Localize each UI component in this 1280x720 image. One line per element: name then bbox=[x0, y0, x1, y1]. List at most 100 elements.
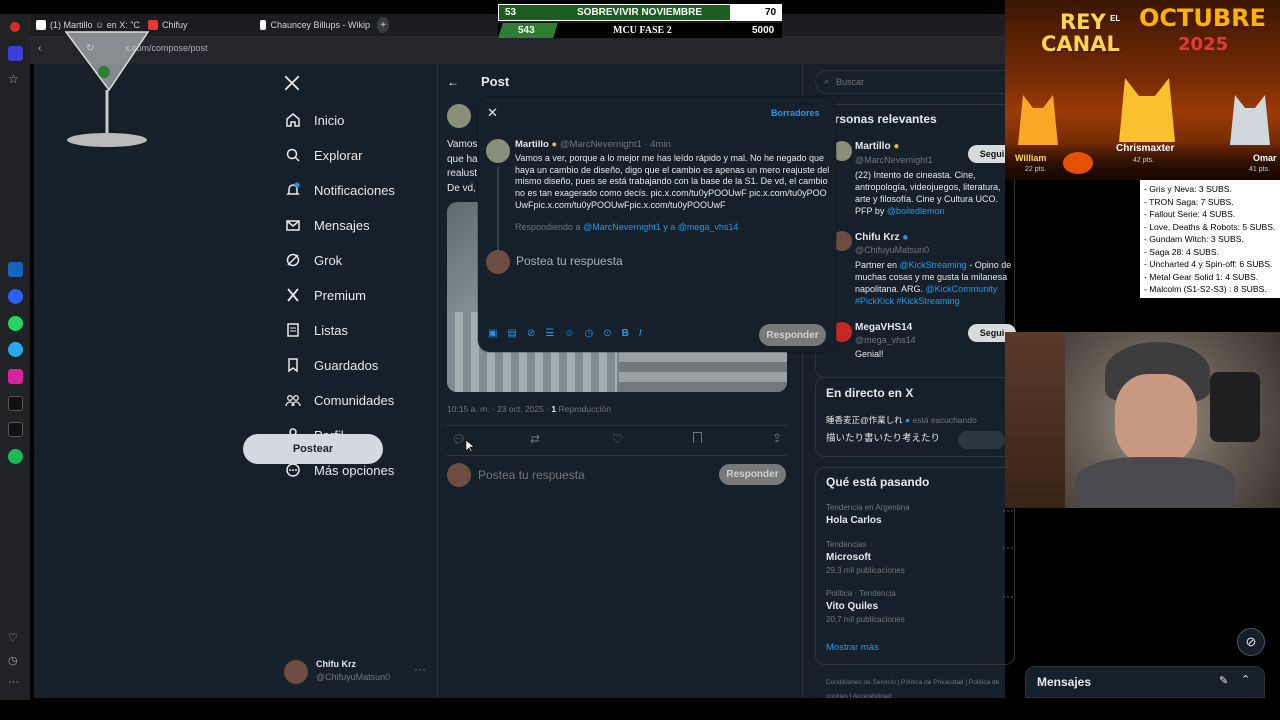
quoted-author-avatar bbox=[486, 139, 510, 163]
x-app-icon[interactable] bbox=[8, 422, 23, 437]
instagram-icon[interactable] bbox=[8, 369, 23, 384]
nav-item-label: Premium bbox=[314, 287, 367, 303]
person-name[interactable]: MegaVHS14 bbox=[855, 322, 912, 333]
trend-item[interactable]: Tendencia en Argentina Hola Carlos ··· bbox=[826, 503, 1014, 529]
account-handle[interactable]: @ChifuyuMatsun0 bbox=[316, 672, 390, 682]
nav-item-inicio[interactable]: Inicio bbox=[285, 108, 344, 132]
footer-links: Condiciones de Servicio | Política de Pr… bbox=[826, 679, 1000, 700]
subs-item: - Saga 28: 4 SUBS. bbox=[1144, 246, 1219, 257]
avatar[interactable] bbox=[284, 660, 308, 684]
reply-button[interactable]: Responder bbox=[719, 464, 786, 485]
tiktok-icon[interactable] bbox=[8, 396, 23, 411]
person-handle[interactable]: @MarcNevernight1 bbox=[855, 155, 933, 165]
media-icon[interactable]: ▣ bbox=[488, 328, 497, 339]
nav-item-label: Comunidades bbox=[314, 392, 395, 408]
drafts-link[interactable]: Borradores bbox=[771, 108, 820, 118]
subs-item: - TRON Saga: 7 SUBS. bbox=[1144, 196, 1234, 207]
live-user[interactable]: 睡香麦正@作業しれ ● está escuchando bbox=[826, 414, 977, 426]
trends-title: Qué está pasando bbox=[826, 475, 930, 489]
post-button[interactable]: Postear bbox=[243, 434, 383, 464]
nav-item-label: Notificaciones bbox=[314, 182, 395, 198]
star-icon[interactable]: ☆ bbox=[8, 72, 23, 87]
poll-icon[interactable]: ☰ bbox=[545, 328, 554, 339]
back-arrow-icon[interactable]: ‹ bbox=[38, 43, 41, 54]
footer-link[interactable]: Política de Privacidad bbox=[901, 679, 964, 686]
like-icon[interactable]: ♡ bbox=[612, 432, 623, 446]
spotify-icon[interactable] bbox=[8, 449, 23, 464]
opera-logo-icon[interactable] bbox=[10, 22, 20, 32]
messages-drawer[interactable]: Mensajes ✎ ⌃ bbox=[1025, 666, 1265, 698]
tab-wikipedia[interactable]: Chauncey Billups - Wikip bbox=[260, 17, 370, 33]
nav-item-listas[interactable]: Listas bbox=[285, 318, 348, 342]
person-bio: Genial! bbox=[855, 349, 884, 359]
location-icon[interactable]: ⊙ bbox=[603, 328, 611, 339]
more-icon[interactable]: ··· bbox=[8, 676, 23, 691]
month-title: OCTUBRE bbox=[1139, 4, 1267, 32]
share-icon[interactable]: ⇪ bbox=[772, 431, 782, 445]
nav-item-grok[interactable]: Grok bbox=[285, 248, 342, 272]
grok-icon[interactable]: ⊘ bbox=[527, 328, 535, 339]
footer-link[interactable]: Accesibilidad bbox=[853, 693, 891, 700]
composer-input[interactable]: Postea tu respuesta bbox=[516, 254, 623, 268]
nav-item-label: Explorar bbox=[314, 147, 363, 163]
martini-glass-icon bbox=[64, 31, 150, 147]
account-name[interactable]: Chifu Krz bbox=[316, 659, 356, 669]
trend-name: Hola Carlos bbox=[826, 515, 882, 526]
wikipedia-favicon-icon bbox=[260, 20, 267, 30]
nav-item-comunidades[interactable]: Comunidades bbox=[285, 388, 394, 412]
app-store-icon[interactable] bbox=[8, 262, 23, 277]
live-text[interactable]: 描いたり書いたり考えたり bbox=[826, 430, 940, 444]
history-icon[interactable]: ◷ bbox=[8, 654, 23, 669]
heart-icon[interactable]: ♡ bbox=[8, 631, 23, 646]
tab-label: Chifuy bbox=[162, 20, 188, 30]
schedule-icon[interactable]: ◷ bbox=[584, 328, 593, 339]
close-icon[interactable]: ✕ bbox=[487, 105, 498, 121]
tab-chifuy[interactable]: Chifuy bbox=[148, 17, 258, 33]
trend-menu-icon[interactable]: ··· bbox=[1002, 589, 1014, 603]
nav-item-premium[interactable]: Premium bbox=[285, 283, 366, 307]
mouse-cursor-icon bbox=[466, 440, 474, 452]
search-input[interactable]: ⌕ Buscar bbox=[815, 70, 1015, 94]
emoji-icon[interactable]: ☺ bbox=[564, 328, 574, 339]
tab-label: Chauncey Billups - Wikip bbox=[270, 20, 370, 30]
nav-item-explorar[interactable]: Explorar bbox=[285, 143, 362, 167]
whatsapp-icon[interactable] bbox=[8, 316, 23, 331]
nav-item-notificaciones[interactable]: Notificaciones bbox=[285, 178, 395, 202]
repost-icon[interactable]: ⇄ bbox=[530, 432, 540, 446]
nav-item-guardados[interactable]: Guardados bbox=[285, 353, 378, 377]
footer-link[interactable]: Condiciones de Servicio bbox=[826, 679, 896, 686]
account-menu-icon[interactable]: ··· bbox=[414, 662, 426, 676]
address-bar: ‹ ↻ x.com/compose/post bbox=[30, 36, 1005, 64]
person-name[interactable]: Martillo ● bbox=[855, 141, 899, 152]
chevron-up-icon[interactable]: ⌃ bbox=[1241, 673, 1250, 686]
live-avatars[interactable] bbox=[958, 431, 1005, 449]
new-message-icon[interactable]: ✎ bbox=[1219, 674, 1228, 687]
new-tab-button[interactable]: + bbox=[377, 17, 389, 33]
reply-avatar bbox=[447, 463, 471, 487]
rey-del-canal-panel: REY EL CANAL OCTUBRE 2025 William 22 pts… bbox=[1005, 0, 1280, 180]
home-shortcut-icon[interactable] bbox=[8, 46, 23, 61]
reply-input[interactable]: Postea tu respuesta bbox=[478, 468, 585, 482]
italic-icon[interactable]: I bbox=[639, 328, 642, 339]
back-button[interactable]: ← bbox=[447, 75, 459, 89]
post-author-avatar[interactable] bbox=[447, 104, 471, 128]
grok-fab-icon[interactable]: ⊘ bbox=[1237, 628, 1265, 656]
trend-item[interactable]: Política · Tendencia Vito Quiles 20,7 mil … bbox=[826, 589, 1014, 624]
messenger-icon[interactable] bbox=[8, 289, 23, 304]
telegram-icon[interactable] bbox=[8, 342, 23, 357]
x-logo-icon[interactable] bbox=[283, 74, 301, 92]
person-name[interactable]: Chifu Krz ● bbox=[855, 232, 908, 243]
trend-menu-icon[interactable]: ··· bbox=[1002, 540, 1014, 554]
gif-icon[interactable]: ▤ bbox=[507, 328, 516, 339]
bookmark-icon[interactable] bbox=[693, 432, 702, 443]
show-more-link[interactable]: Mostrar más bbox=[826, 642, 879, 653]
bold-icon[interactable]: B bbox=[622, 328, 629, 339]
counter-row: 53 SOBREVIVIR NOVIEMBRE 70 bbox=[498, 4, 782, 21]
trend-item[interactable]: Tendencias Microsoft 29,3 mil publicacione… bbox=[826, 540, 1014, 575]
person-handle[interactable]: @mega_vhs14 bbox=[855, 335, 916, 345]
person-handle[interactable]: @ChifuyuMatsun0 bbox=[855, 245, 929, 255]
reply-icon[interactable]: 💬︎ bbox=[452, 433, 466, 446]
webcam-feed bbox=[1005, 332, 1280, 508]
nav-item-mensajes[interactable]: Mensajes bbox=[285, 213, 370, 237]
modal-reply-button[interactable]: Responder bbox=[759, 324, 826, 346]
